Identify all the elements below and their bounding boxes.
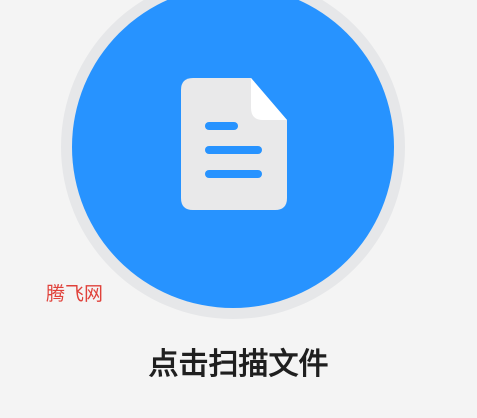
document-icon-line-2 <box>205 146 262 154</box>
watermark: 腾飞网 <box>46 283 104 305</box>
document-icon <box>181 78 287 210</box>
document-icon-line-3 <box>205 170 262 178</box>
document-icon-fold <box>251 78 287 120</box>
scan-page: 腾飞网 点击扫描文件 <box>0 0 477 418</box>
document-icon-line-1 <box>205 122 238 130</box>
document-icon-paper <box>181 78 287 210</box>
scan-label[interactable]: 点击扫描文件 <box>0 345 477 385</box>
